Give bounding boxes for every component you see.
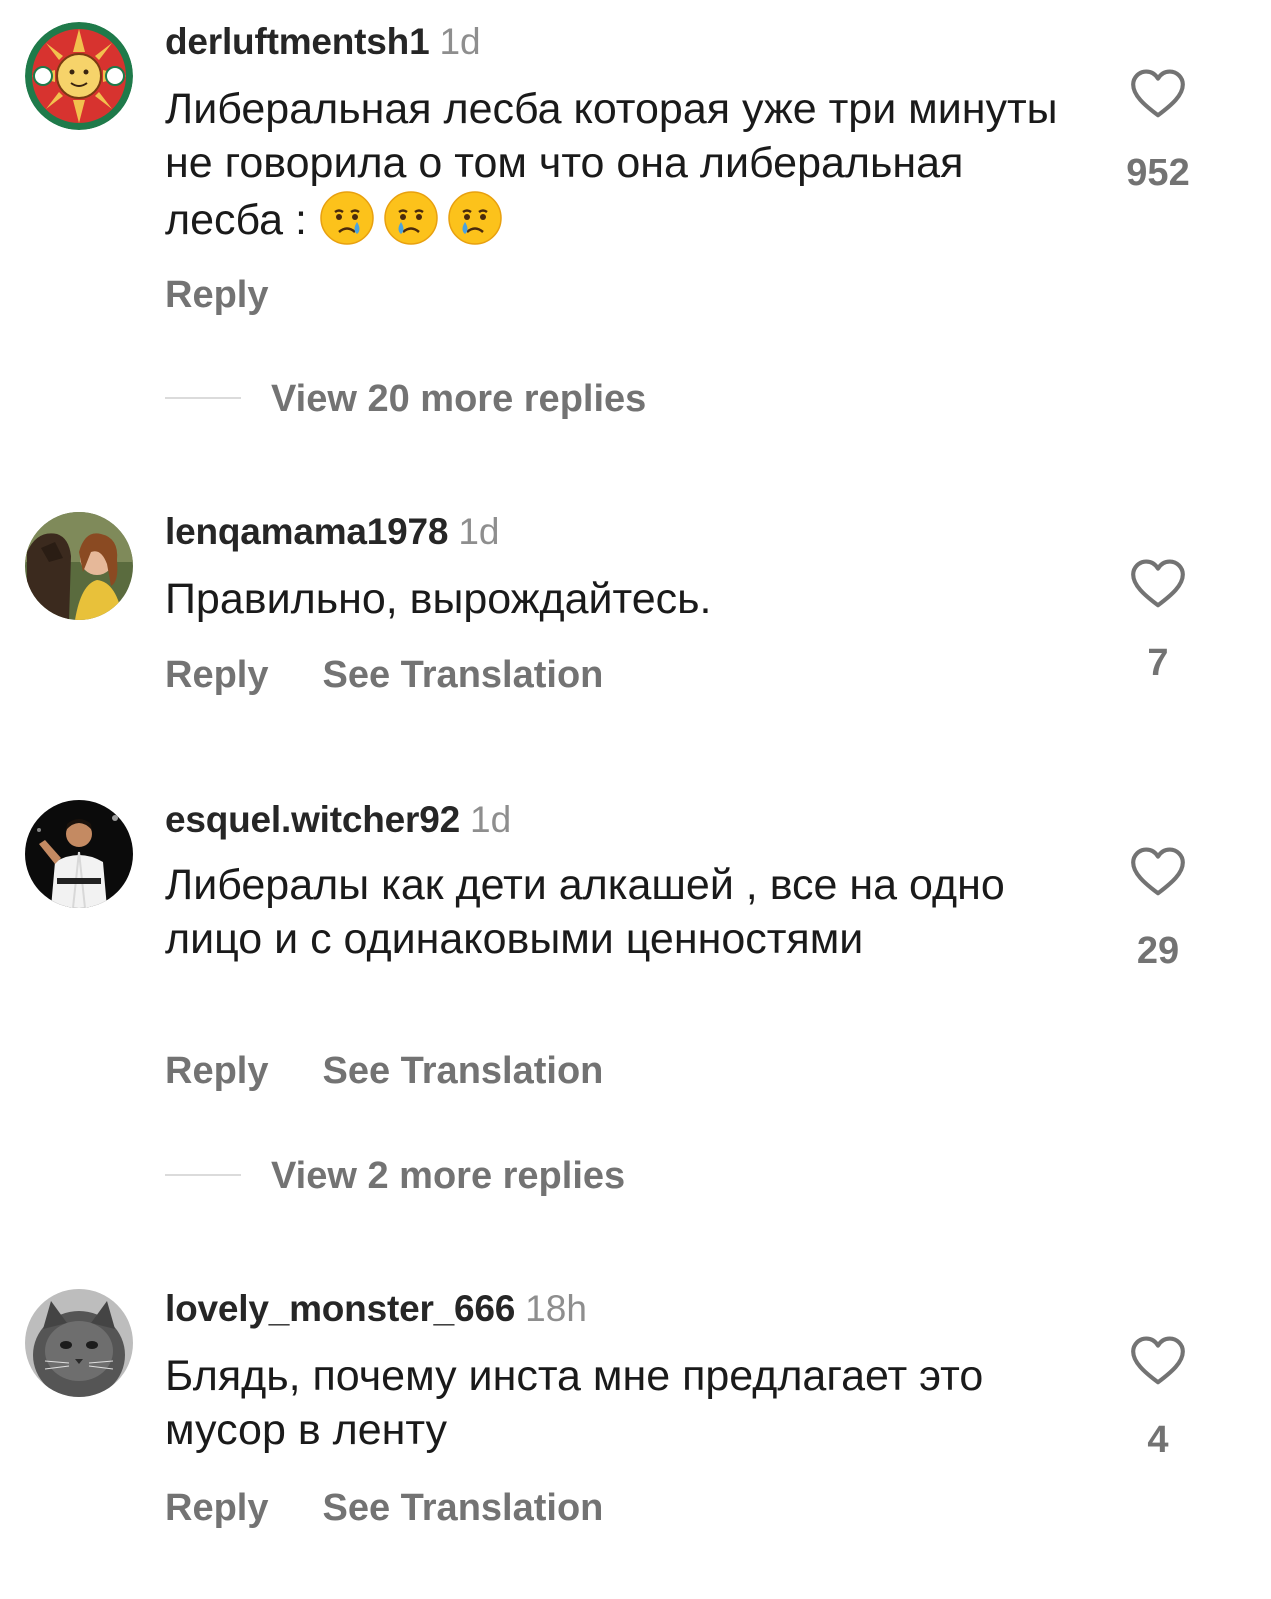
comment-header: lovely_monster_666 18h <box>165 1287 587 1331</box>
comment-header: esquel.witcher92 1d <box>165 798 511 842</box>
username[interactable]: lenqamama1978 <box>165 511 449 552</box>
timestamp: 1d <box>439 21 481 62</box>
comment-2: lenqamama1978 1d Правильно, вырождайтесь.… <box>0 490 1271 720</box>
view-more-replies[interactable]: View 2 more replies <box>165 1153 625 1199</box>
like-count: 7 <box>1147 642 1169 684</box>
view-more-replies[interactable]: View 20 more replies <box>165 376 646 422</box>
view-more-replies-label[interactable]: View 2 more replies <box>271 1155 625 1197</box>
comment-text: Либералы как дети алкашей , все на одно … <box>165 858 1025 966</box>
avatar[interactable] <box>25 22 133 130</box>
username[interactable]: derluftmentsh1 <box>165 21 430 62</box>
comment-body: Либералы как дети алкашей , все на одно … <box>165 861 1005 963</box>
comment-4: lovely_monster_666 18h Блядь, почему инст… <box>0 1267 1271 1587</box>
cat-avatar-image <box>25 1289 133 1397</box>
comment-3: esquel.witcher92 1d Либералы как дети алк… <box>0 778 1271 1248</box>
comment-actions: Reply See Translation <box>165 1048 603 1094</box>
heart-outline-icon <box>1131 69 1185 118</box>
heart-outline-icon <box>1131 847 1185 896</box>
crying-face-icon <box>383 190 439 246</box>
like-count: 29 <box>1136 930 1180 972</box>
see-translation-button[interactable]: See Translation <box>322 654 603 696</box>
crying-face-icon <box>319 190 375 246</box>
divider-line <box>165 396 241 399</box>
comment-actions: Reply See Translation <box>165 652 603 698</box>
like-button[interactable] <box>1110 558 1206 610</box>
username[interactable]: esquel.witcher92 <box>165 799 460 840</box>
timestamp: 1d <box>470 799 512 840</box>
comment-body: Либеральная лесба которая уже три минуты… <box>165 85 1058 244</box>
comment-body: Правильно, вырождайтесь. <box>165 575 712 623</box>
see-translation-button[interactable]: See Translation <box>322 1050 603 1092</box>
fighter-avatar-image <box>25 800 133 908</box>
like-count: 952 <box>1126 152 1190 194</box>
heart-outline-icon <box>1131 559 1185 608</box>
like-count: 4 <box>1147 1419 1169 1461</box>
crying-face-icon <box>447 190 503 246</box>
like-button[interactable] <box>1110 846 1206 898</box>
timestamp: 18h <box>525 1288 587 1329</box>
comment-1: derluftmentsh1 1d Либеральная лесба котор… <box>0 0 1271 440</box>
woman-with-horse-avatar-image <box>25 512 133 620</box>
reply-button[interactable]: Reply <box>165 274 268 316</box>
comment-header: derluftmentsh1 1d <box>165 20 481 64</box>
heart-outline-icon <box>1131 1336 1185 1385</box>
folk-sun-avatar-image <box>25 22 133 130</box>
timestamp: 1d <box>458 511 500 552</box>
avatar[interactable] <box>25 800 133 908</box>
comment-header: lenqamama1978 1d <box>165 510 499 554</box>
view-more-replies-label[interactable]: View 20 more replies <box>271 378 646 420</box>
reply-button[interactable]: Reply <box>165 1487 268 1529</box>
comment-text: Правильно, вырождайтесь. <box>165 572 1065 626</box>
reply-button[interactable]: Reply <box>165 1050 268 1092</box>
avatar[interactable] <box>25 1289 133 1397</box>
like-button[interactable] <box>1110 68 1206 120</box>
avatar[interactable] <box>25 512 133 620</box>
comment-actions: Reply See Translation <box>165 1485 603 1531</box>
comment-actions: Reply <box>165 272 268 318</box>
comment-text: Блядь, почему инста мне предлагает это м… <box>165 1349 1035 1457</box>
comment-text: Либеральная лесба которая уже три минуты… <box>165 82 1065 247</box>
reply-button[interactable]: Reply <box>165 654 268 696</box>
like-button[interactable] <box>1110 1335 1206 1387</box>
divider-line <box>165 1173 241 1176</box>
see-translation-button[interactable]: See Translation <box>322 1487 603 1529</box>
comment-body: Блядь, почему инста мне предлагает это м… <box>165 1352 984 1454</box>
username[interactable]: lovely_monster_666 <box>165 1288 515 1329</box>
